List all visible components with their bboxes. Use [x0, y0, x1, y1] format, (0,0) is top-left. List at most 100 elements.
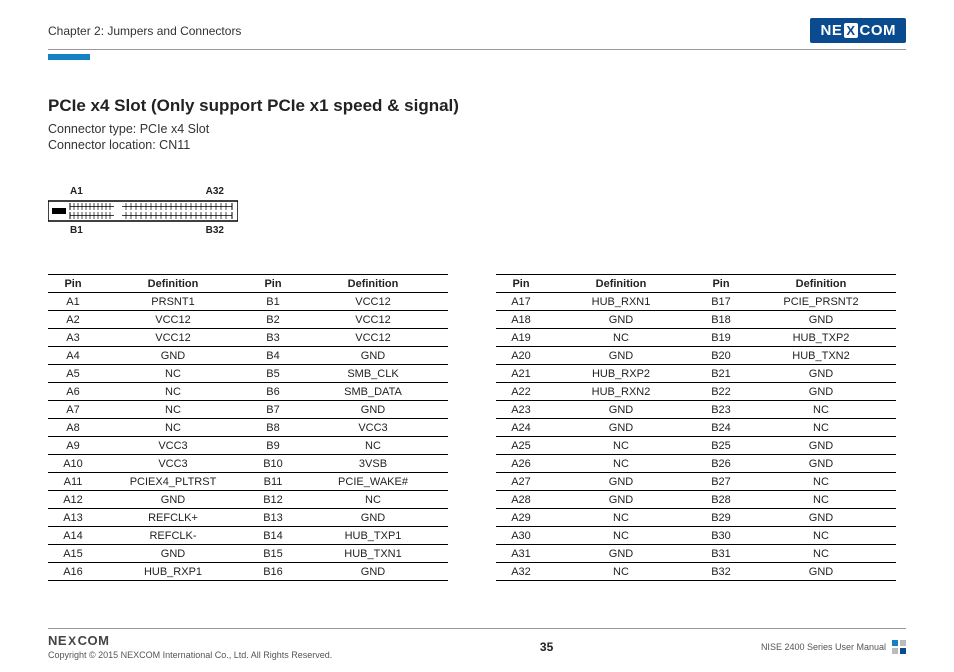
- table-row: A20GNDB20HUB_TXN2: [496, 347, 896, 365]
- definition-cell: VCC12: [298, 311, 448, 329]
- definition-cell: HUB_TXP1: [298, 527, 448, 545]
- pin-cell: A24: [496, 419, 546, 437]
- definition-cell: HUB_TXN1: [298, 545, 448, 563]
- definition-cell: NC: [546, 455, 696, 473]
- definition-cell: GND: [298, 563, 448, 581]
- table-row: A4GNDB4GND: [48, 347, 448, 365]
- table-row: A7NCB7GND: [48, 401, 448, 419]
- connector-type: Connector type: PCIe x4 Slot: [48, 122, 906, 136]
- pin-cell: B1: [248, 293, 298, 311]
- pin-cell: A28: [496, 491, 546, 509]
- pin-cell: A25: [496, 437, 546, 455]
- table-row: A9VCC3B9NC: [48, 437, 448, 455]
- definition-cell: NC: [746, 401, 896, 419]
- definition-cell: GND: [746, 455, 896, 473]
- col-pin: Pin: [496, 275, 546, 293]
- definition-cell: GND: [746, 365, 896, 383]
- footer-rule: [48, 628, 906, 629]
- pin-cell: A15: [48, 545, 98, 563]
- pin-cell: A3: [48, 329, 98, 347]
- pin-cell: A30: [496, 527, 546, 545]
- definition-cell: GND: [546, 401, 696, 419]
- table-row: A27GNDB27NC: [496, 473, 896, 491]
- page-footer: NEXCOM Copyright © 2015 NEXCOM Internati…: [48, 628, 906, 660]
- pin-cell: B7: [248, 401, 298, 419]
- table-row: A14REFCLK-B14HUB_TXP1: [48, 527, 448, 545]
- page-number: 35: [540, 640, 553, 654]
- definition-cell: NC: [98, 419, 248, 437]
- pin-cell: B21: [696, 365, 746, 383]
- table-row: A25NCB25GND: [496, 437, 896, 455]
- definition-cell: NC: [746, 473, 896, 491]
- pin-cell: B5: [248, 365, 298, 383]
- table-row: A21HUB_RXP2B21GND: [496, 365, 896, 383]
- table-row: A11PCIEX4_PLTRSTB11PCIE_WAKE#: [48, 473, 448, 491]
- col-definition: Definition: [298, 275, 448, 293]
- pin-cell: B32: [696, 563, 746, 581]
- definition-cell: NC: [546, 437, 696, 455]
- definition-cell: NC: [746, 527, 896, 545]
- definition-cell: GND: [546, 491, 696, 509]
- definition-cell: GND: [546, 347, 696, 365]
- pin-cell: A1: [48, 293, 98, 311]
- footer-deco-icon: [892, 640, 906, 654]
- table-row: A31GNDB31NC: [496, 545, 896, 563]
- pin-cell: A32: [496, 563, 546, 581]
- table-row: A19NCB19HUB_TXP2: [496, 329, 896, 347]
- definition-cell: VCC3: [98, 437, 248, 455]
- definition-cell: GND: [98, 545, 248, 563]
- definition-cell: NC: [746, 419, 896, 437]
- pin-cell: B20: [696, 347, 746, 365]
- pin-cell: A26: [496, 455, 546, 473]
- table-header-row: Pin Definition Pin Definition: [48, 275, 448, 293]
- col-definition: Definition: [98, 275, 248, 293]
- pcie-slot-icon: [48, 199, 238, 223]
- definition-cell: NC: [298, 437, 448, 455]
- pin-cell: A9: [48, 437, 98, 455]
- col-definition: Definition: [746, 275, 896, 293]
- pin-cell: A10: [48, 455, 98, 473]
- table-row: A24GNDB24NC: [496, 419, 896, 437]
- definition-cell: NC: [298, 491, 448, 509]
- copyright-text: Copyright © 2015 NEXCOM International Co…: [48, 650, 332, 660]
- definition-cell: 3VSB: [298, 455, 448, 473]
- connector-location: Connector location: CN11: [48, 138, 906, 152]
- pin-cell: A7: [48, 401, 98, 419]
- chapter-title: Chapter 2: Jumpers and Connectors: [48, 24, 241, 38]
- pin-cell: B4: [248, 347, 298, 365]
- diagram-label-b1: B1: [70, 225, 83, 236]
- definition-cell: NC: [98, 365, 248, 383]
- definition-cell: GND: [746, 509, 896, 527]
- pin-cell: B9: [248, 437, 298, 455]
- pin-cell: B16: [248, 563, 298, 581]
- definition-cell: NC: [546, 509, 696, 527]
- definition-cell: GND: [546, 419, 696, 437]
- definition-cell: VCC12: [98, 329, 248, 347]
- definition-cell: GND: [746, 383, 896, 401]
- pin-cell: A5: [48, 365, 98, 383]
- page-header: Chapter 2: Jumpers and Connectors NEXCOM: [48, 18, 906, 49]
- definition-cell: HUB_TXP2: [746, 329, 896, 347]
- table-row: A8NCB8VCC3: [48, 419, 448, 437]
- pin-cell: A8: [48, 419, 98, 437]
- definition-cell: SMB_DATA: [298, 383, 448, 401]
- definition-cell: NC: [546, 329, 696, 347]
- pin-cell: A13: [48, 509, 98, 527]
- table-row: A18GNDB18GND: [496, 311, 896, 329]
- pin-cell: A20: [496, 347, 546, 365]
- table-row: A15GNDB15HUB_TXN1: [48, 545, 448, 563]
- logo-text-after: COM: [860, 22, 897, 39]
- pin-cell: B23: [696, 401, 746, 419]
- pin-cell: B6: [248, 383, 298, 401]
- table-row: A17HUB_RXN1B17PCIE_PRSNT2: [496, 293, 896, 311]
- pin-cell: B13: [248, 509, 298, 527]
- definition-cell: VCC3: [98, 455, 248, 473]
- pin-cell: B10: [248, 455, 298, 473]
- manual-name: NISE 2400 Series User Manual: [761, 642, 886, 652]
- pin-cell: A16: [48, 563, 98, 581]
- logo-text-x: X: [844, 23, 857, 38]
- pin-cell: A23: [496, 401, 546, 419]
- definition-cell: GND: [98, 347, 248, 365]
- definition-cell: HUB_RXP1: [98, 563, 248, 581]
- definition-cell: PCIE_WAKE#: [298, 473, 448, 491]
